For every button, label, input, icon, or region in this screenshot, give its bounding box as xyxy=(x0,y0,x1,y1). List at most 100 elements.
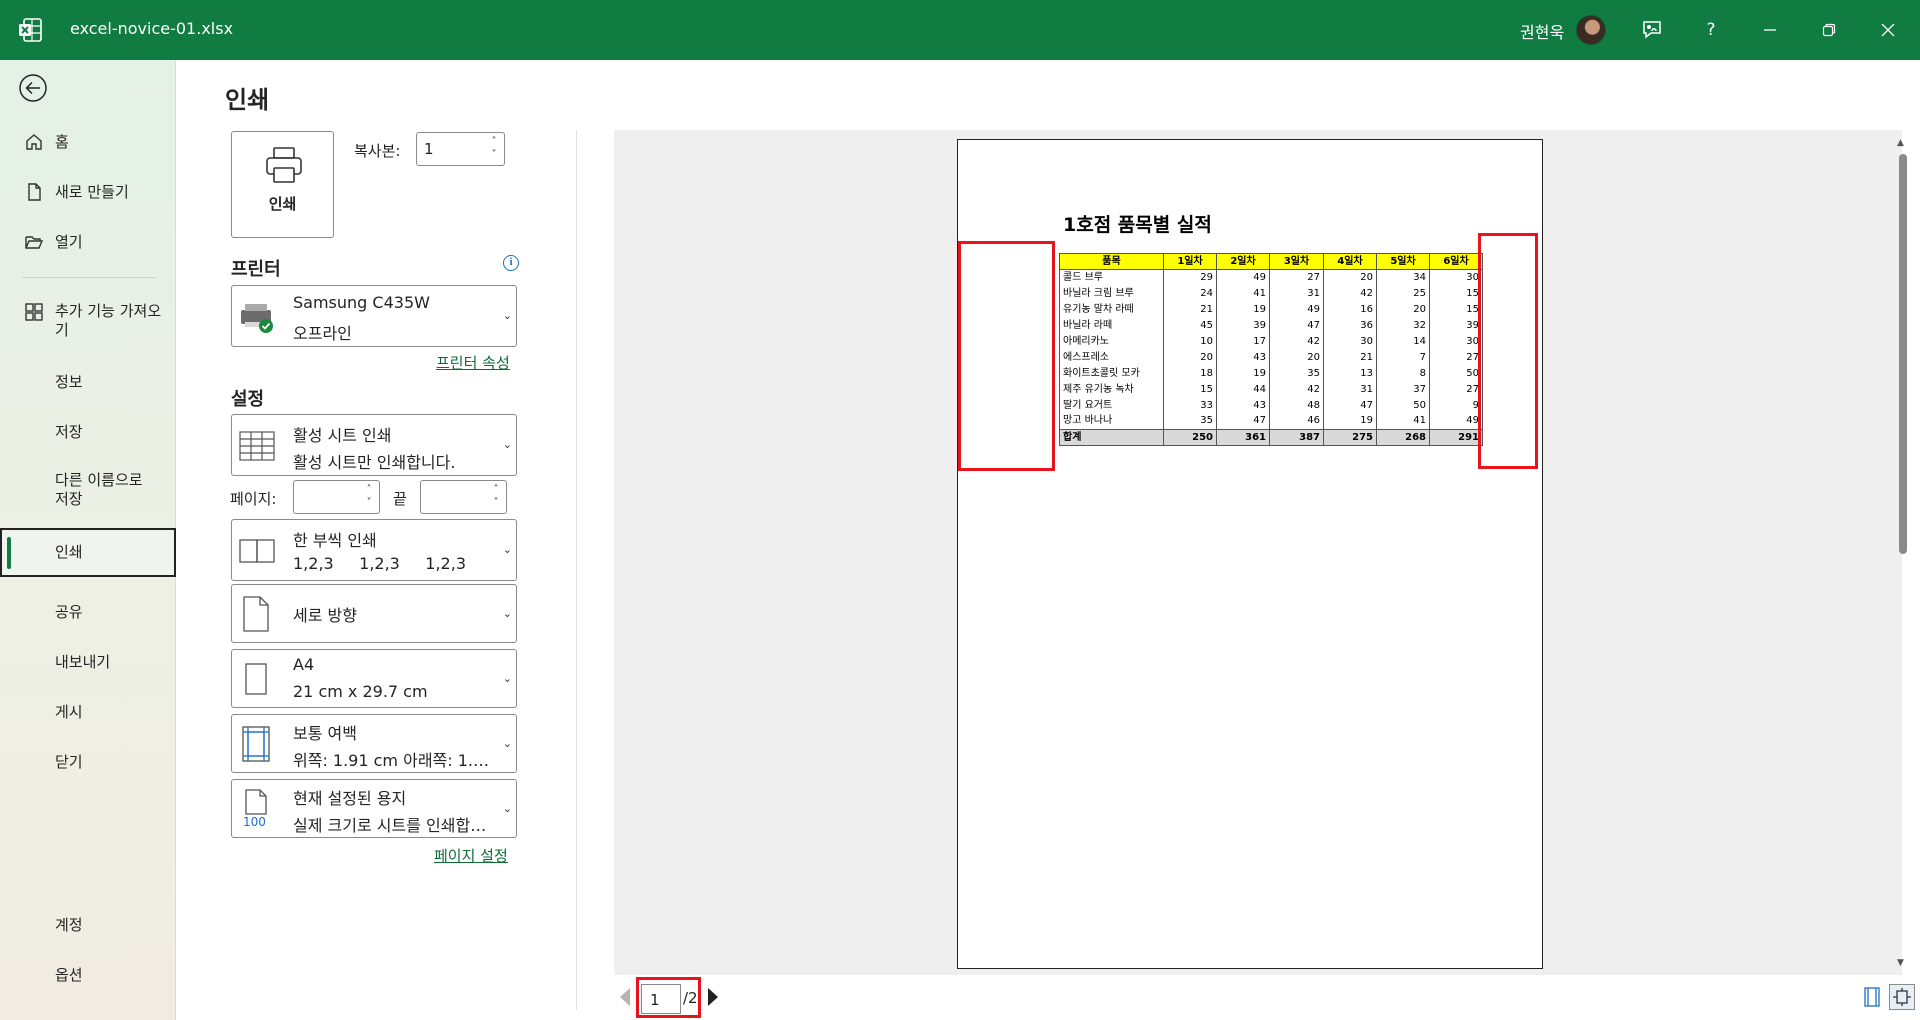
table-cell: 유기농 말차 라떼 xyxy=(1059,301,1164,318)
pages-to-label: 끝 xyxy=(393,490,407,508)
table-row: 아메리카노 10 17 42 30 14 30 xyxy=(1059,333,1483,350)
nav-get-add-ins[interactable]: 추가 기능 가져오기 xyxy=(0,300,176,340)
show-margins-icon[interactable] xyxy=(1859,984,1885,1010)
restore-icon[interactable] xyxy=(1815,16,1843,44)
scroll-up-icon[interactable]: ▲ xyxy=(1897,138,1904,148)
pages-from-input[interactable]: ˄ ˅ xyxy=(293,480,380,514)
table-cell: 합계 xyxy=(1059,429,1164,446)
user-name[interactable]: 권현욱 xyxy=(1520,19,1564,43)
printer-properties-link[interactable]: 프린터 속성 xyxy=(436,352,510,373)
nav-share[interactable]: 공유 xyxy=(0,600,176,624)
table-cell: 361 xyxy=(1216,429,1270,446)
table-cell: 32 xyxy=(1376,317,1430,334)
current-page-input[interactable]: 1 xyxy=(641,984,681,1014)
selected-indicator xyxy=(7,537,11,569)
help-icon[interactable]: ? xyxy=(1697,16,1725,44)
pages-to-input[interactable]: ˄ ˅ xyxy=(420,480,507,514)
orientation-title: 세로 방향 xyxy=(293,606,357,625)
printer-dropdown[interactable]: Samsung C435W 오프라인 ⌄ xyxy=(231,285,517,347)
table-cell: 9 xyxy=(1429,397,1483,414)
table-row: 콜드 브루 29 49 27 20 34 30 xyxy=(1059,269,1483,286)
printer-device-icon xyxy=(238,300,276,338)
zoom-to-page-icon[interactable] xyxy=(1889,984,1915,1010)
chevron-down-icon: ⌄ xyxy=(502,438,512,451)
scaling-dropdown[interactable]: 100 현재 설정된 용지 실제 크기로 시트를 인쇄합니다 ⌄ xyxy=(231,779,517,838)
copies-stepper[interactable]: 1 ˄ ˅ xyxy=(416,132,505,166)
margins-icon xyxy=(241,725,271,767)
title-bar: excel-novice-01.xlsx 권현욱 ? xyxy=(0,0,1920,60)
margins-dropdown[interactable]: 보통 여백 위쪽: 1.91 cm 아래쪽: 1.91 cm ⌄ xyxy=(231,714,517,773)
table-cell: 31 xyxy=(1323,381,1377,398)
nav-account[interactable]: 계정 xyxy=(0,913,176,937)
feedback-icon[interactable] xyxy=(1638,16,1666,44)
table-cell: 14 xyxy=(1376,333,1430,350)
table-row: 망고 바나나 35 47 46 19 41 49 xyxy=(1059,413,1483,430)
nav-open[interactable]: 열기 xyxy=(0,230,176,254)
nav-label: 열기 xyxy=(55,232,83,251)
table-cell: 47 xyxy=(1323,397,1377,414)
table-cell: 49 xyxy=(1216,269,1270,286)
scroll-down-icon[interactable]: ▼ xyxy=(1897,958,1904,968)
column-header: 4일차 xyxy=(1323,253,1377,270)
table-cell: 바닐라 크림 브루 xyxy=(1059,285,1164,302)
table-row: 바닐라 크림 브루 24 41 31 42 25 15 xyxy=(1059,285,1483,302)
page-setup-link[interactable]: 페이지 설정 xyxy=(434,845,508,866)
table-cell: 13 xyxy=(1323,365,1377,382)
print-what-desc: 활성 시트만 인쇄합니다. xyxy=(293,453,456,472)
minimize-icon[interactable] xyxy=(1756,16,1784,44)
table-cell: 15 xyxy=(1429,285,1483,302)
chevron-down-icon: ⌄ xyxy=(502,309,512,322)
nav-info[interactable]: 정보 xyxy=(0,370,176,394)
table-cell: 43 xyxy=(1216,397,1270,414)
avatar[interactable] xyxy=(1576,15,1606,45)
table-cell: 17 xyxy=(1216,333,1270,350)
collation-dropdown[interactable]: 한 부씩 인쇄 1,2,3 1,2,3 1,2,3 ⌄ xyxy=(231,519,517,581)
nav-new[interactable]: 새로 만들기 xyxy=(0,180,176,204)
margins-desc: 위쪽: 1.91 cm 아래쪽: 1.91 cm xyxy=(293,751,498,770)
vertical-scrollbar-thumb[interactable] xyxy=(1899,154,1907,554)
nav-save-as[interactable]: 다른 이름으로 저장 xyxy=(0,469,176,511)
paper-size-icon xyxy=(244,662,268,700)
table-cell: 50 xyxy=(1376,397,1430,414)
nav-home[interactable]: 홈 xyxy=(0,130,176,154)
info-icon[interactable]: i xyxy=(503,255,519,271)
total-row: 합계 250 361 387 275 268 291 xyxy=(1059,429,1483,446)
table-cell: 42 xyxy=(1269,381,1324,398)
table-cell: 43 xyxy=(1216,349,1270,366)
nav-export[interactable]: 내보내기 xyxy=(0,650,176,674)
nav-label: 닫기 xyxy=(55,752,83,771)
table-cell: 42 xyxy=(1323,285,1377,302)
table-cell: 275 xyxy=(1323,429,1377,446)
close-icon[interactable] xyxy=(1874,16,1902,44)
collation-title: 한 부씩 인쇄 xyxy=(293,531,377,550)
nav-close[interactable]: 닫기 xyxy=(0,750,176,774)
table-cell: 35 xyxy=(1163,413,1217,430)
print-button[interactable]: 인쇄 xyxy=(231,131,334,238)
orientation-dropdown[interactable]: 세로 방향 ⌄ xyxy=(231,584,517,643)
stepper-arrows-icon[interactable]: ˄ ˅ xyxy=(488,135,500,161)
nav-publish[interactable]: 게시 xyxy=(0,700,176,724)
next-page-icon[interactable] xyxy=(708,988,718,1006)
table-cell: 24 xyxy=(1163,285,1217,302)
table-header-row: 품목 1일차 2일차 3일차 4일차 5일차 6일차 xyxy=(1059,253,1483,270)
nav-options[interactable]: 옵션 xyxy=(0,963,176,987)
table-cell: 37 xyxy=(1376,381,1430,398)
print-what-dropdown[interactable]: 활성 시트 인쇄 활성 시트만 인쇄합니다. ⌄ xyxy=(231,414,517,476)
table-cell: 20 xyxy=(1269,349,1324,366)
paper-size-dropdown[interactable]: A4 21 cm x 29.7 cm ⌄ xyxy=(231,649,517,708)
add-ins-icon xyxy=(24,302,44,322)
paper-size-title: A4 xyxy=(293,655,315,674)
back-arrow-icon[interactable] xyxy=(18,73,48,103)
nav-label: 계정 xyxy=(55,915,83,934)
chevron-down-icon: ⌄ xyxy=(502,737,512,750)
stepper-arrows-icon[interactable]: ˄ ˅ xyxy=(490,483,502,509)
chevron-down-icon: ⌄ xyxy=(502,607,512,620)
nav-save[interactable]: 저장 xyxy=(0,420,176,444)
previous-page-icon[interactable] xyxy=(620,988,630,1006)
table-cell: 에스프레소 xyxy=(1059,349,1164,366)
table-cell: 16 xyxy=(1323,301,1377,318)
table-cell: 18 xyxy=(1163,365,1217,382)
stepper-arrows-icon[interactable]: ˄ ˅ xyxy=(363,483,375,509)
nav-print[interactable]: 인쇄 xyxy=(0,528,176,577)
table-cell: 34 xyxy=(1376,269,1430,286)
